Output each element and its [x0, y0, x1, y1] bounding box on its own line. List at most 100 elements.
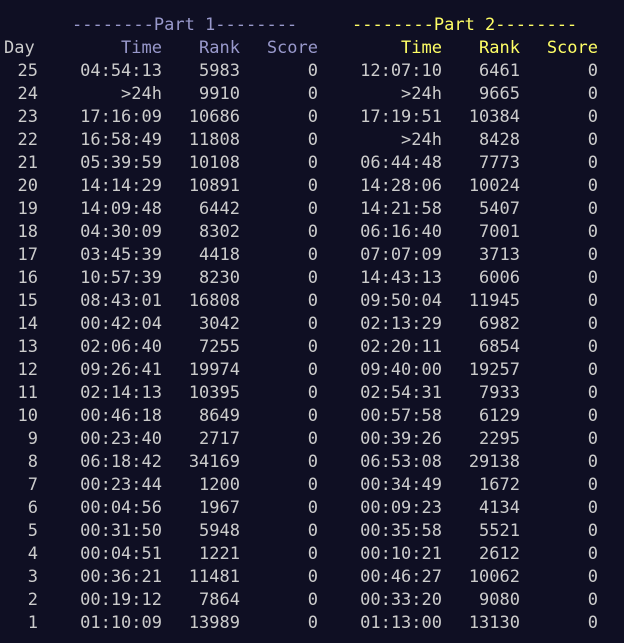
day-number: 9 — [27, 429, 38, 449]
part2-rank: 6854 — [479, 337, 520, 357]
table-row: 10 00:46:18 8649 0 00:57:58 6129 0 — [0, 405, 624, 428]
part1-rank: 10891 — [188, 176, 240, 196]
part2-score: 0 — [587, 268, 598, 288]
part1-rank: 16808 — [188, 291, 240, 311]
part1-rank: 1200 — [199, 475, 240, 495]
part2-score: 0 — [587, 498, 598, 518]
part2-rank: 10384 — [468, 107, 520, 127]
table-row: 2 00:19:12 7864 0 00:33:20 9080 0 — [0, 589, 624, 612]
part2-rank: 7001 — [479, 222, 520, 242]
part2-time: 02:54:31 — [360, 383, 442, 403]
day-number: 2 — [27, 590, 38, 610]
part1-score-header: Score — [266, 38, 318, 58]
table-row: 22 16:58:49 11808 0 >24h 8428 0 — [0, 129, 624, 152]
part1-rank: 8302 — [199, 222, 240, 242]
part1-time: 00:04:51 — [80, 544, 162, 564]
day-number: 12 — [17, 360, 38, 380]
part1-time-header: Time — [121, 38, 162, 58]
table-row: 19 14:09:48 6442 0 14:21:58 5407 0 — [0, 198, 624, 221]
part2-rank: 7773 — [479, 153, 520, 173]
part2-score: 0 — [587, 337, 598, 357]
part1-score: 0 — [307, 222, 318, 242]
part2-rank-header: Rank — [479, 38, 520, 58]
part1-rank: 6442 — [199, 199, 240, 219]
day-number: 15 — [17, 291, 38, 311]
part2-rank: 9665 — [479, 84, 520, 104]
part2-score: 0 — [587, 61, 598, 81]
day-rows: 25 04:54:13 5983 0 12:07:10 6461 0 24 >24h 9910 0 >… — [0, 60, 624, 635]
part2-time: 09:40:00 — [360, 360, 442, 380]
part1-rank: 8230 — [199, 268, 240, 288]
part2-time: 00:39:26 — [360, 429, 442, 449]
table-row: 9 00:23:40 2717 0 00:39:26 2295 0 — [0, 428, 624, 451]
part1-score: 0 — [307, 314, 318, 334]
table-row: 1 01:10:09 13989 0 01:13:00 13130 0 — [0, 612, 624, 635]
part2-score: 0 — [587, 544, 598, 564]
part2-rank: 3713 — [479, 245, 520, 265]
part2-rank: 7933 — [479, 383, 520, 403]
table-row: 24 >24h 9910 0 >24h 9665 0 — [0, 83, 624, 106]
part1-score: 0 — [307, 130, 318, 150]
part2-score: 0 — [587, 153, 598, 173]
table-row: 12 09:26:41 19974 0 09:40:00 19257 0 — [0, 359, 624, 382]
part1-time: 01:10:09 — [80, 613, 162, 633]
table-row: 3 00:36:21 11481 0 00:46:27 10062 0 — [0, 566, 624, 589]
day-number: 23 — [17, 107, 38, 127]
part1-rank: 19974 — [188, 360, 240, 380]
part2-time: 02:13:29 — [360, 314, 442, 334]
table-row: 5 00:31:50 5948 0 00:35:58 5521 0 — [0, 520, 624, 543]
part2-time: 02:20:11 — [360, 337, 442, 357]
part2-time: 06:16:40 — [360, 222, 442, 242]
day-number: 3 — [27, 567, 38, 587]
table-row: 23 17:16:09 10686 0 17:19:51 10384 0 — [0, 106, 624, 129]
part2-score: 0 — [587, 360, 598, 380]
part1-time: 03:45:39 — [80, 245, 162, 265]
part2-score: 0 — [587, 84, 598, 104]
part1-score: 0 — [307, 429, 318, 449]
day-number: 22 — [17, 130, 38, 150]
day-number: 25 — [17, 61, 38, 81]
part2-score: 0 — [587, 245, 598, 265]
table-row: 13 02:06:40 7255 0 02:20:11 6854 0 — [0, 336, 624, 359]
part2-rank: 6461 — [479, 61, 520, 81]
part2-score: 0 — [587, 567, 598, 587]
part2-time: 06:44:48 — [360, 153, 442, 173]
part1-score: 0 — [307, 61, 318, 81]
part2-rank: 9080 — [479, 590, 520, 610]
day-number: 4 — [27, 544, 38, 564]
part2-score: 0 — [587, 314, 598, 334]
part2-rank: 2295 — [479, 429, 520, 449]
personal-stats: --------Part 1-------- --------Part 2---… — [0, 0, 624, 635]
table-row: 6 00:04:56 1967 0 00:09:23 4134 0 — [0, 497, 624, 520]
part1-time: 14:14:29 — [80, 176, 162, 196]
part1-rank: 1967 — [199, 498, 240, 518]
part1-score: 0 — [307, 107, 318, 127]
part2-score: 0 — [587, 176, 598, 196]
part2-score: 0 — [587, 475, 598, 495]
day-number: 5 — [27, 521, 38, 541]
part2-time: 14:43:13 — [360, 268, 442, 288]
day-number: 8 — [27, 452, 38, 472]
day-number: 24 — [17, 84, 38, 104]
part2-time: 00:09:23 — [360, 498, 442, 518]
part1-score: 0 — [307, 153, 318, 173]
part1-rank: 7864 — [199, 590, 240, 610]
part2-rank: 5407 — [479, 199, 520, 219]
part2-score: 0 — [587, 590, 598, 610]
part1-rank: 9910 — [199, 84, 240, 104]
part1-score: 0 — [307, 590, 318, 610]
part2-rank: 1672 — [479, 475, 520, 495]
part1-score: 0 — [307, 199, 318, 219]
part2-rank: 6006 — [479, 268, 520, 288]
part2-score: 0 — [587, 521, 598, 541]
part2-rank: 5521 — [479, 521, 520, 541]
part1-rank: 5948 — [199, 521, 240, 541]
part2-time: 00:35:58 — [360, 521, 442, 541]
part2-score: 0 — [587, 130, 598, 150]
part2-title: --------Part 2-------- — [352, 15, 578, 35]
part1-rank: 7255 — [199, 337, 240, 357]
part1-rank: 34169 — [188, 452, 240, 472]
part2-rank: 10062 — [468, 567, 520, 587]
table-row: 20 14:14:29 10891 0 14:28:06 10024 0 — [0, 175, 624, 198]
part2-rank: 29138 — [468, 452, 520, 472]
